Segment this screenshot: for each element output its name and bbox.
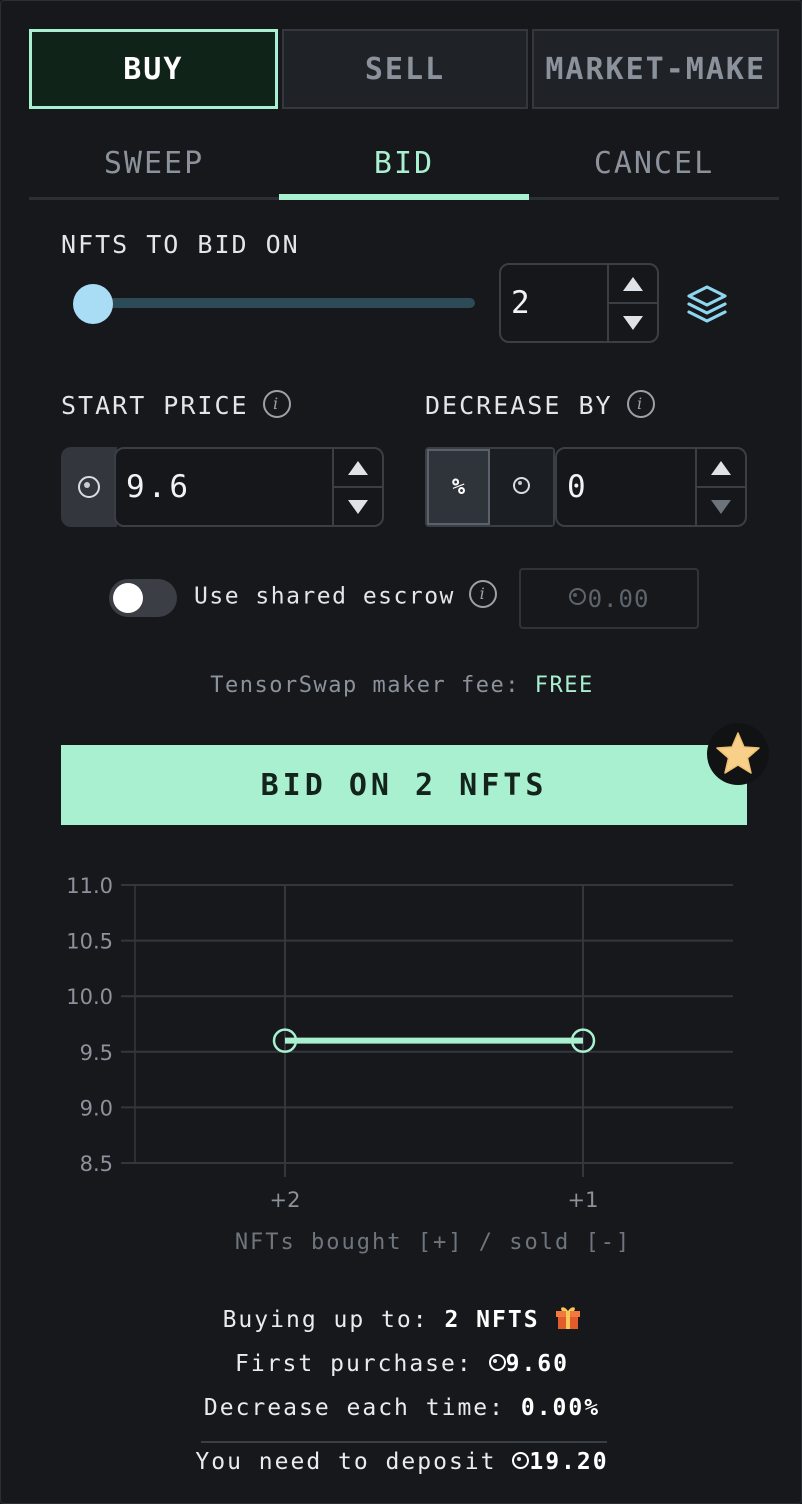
- chart-x-ticks: +2 +1: [270, 1188, 599, 1212]
- price-chart: 11.0 10.5 10.0 9.5 9.0 8.5 +2 +1 NFTs bought […: [66, 874, 733, 1255]
- nfts-stepper-buttons: [607, 265, 657, 341]
- summary-decrease: Decrease each time: 0.00%: [1, 1395, 802, 1421]
- start-price-input[interactable]: 9.6: [114, 447, 384, 527]
- summary-deposit: You need to deposit 19.20: [1, 1449, 802, 1475]
- chevron-up-icon: [348, 460, 368, 475]
- sol-icon: [513, 476, 530, 494]
- tab-market-make[interactable]: MARKET-MAKE: [532, 29, 780, 109]
- nfts-quantity-stepper[interactable]: 2: [499, 263, 659, 343]
- summary-decrease-value: 0.00%: [520, 1395, 601, 1421]
- toggle-knob: [113, 583, 143, 613]
- shared-escrow-toggle[interactable]: [109, 579, 177, 617]
- sub-tabs: SWEEP BID CANCEL: [29, 129, 779, 200]
- decrease-by-value[interactable]: 0: [567, 469, 586, 505]
- tab-bid[interactable]: BID: [279, 129, 529, 200]
- chevron-down-icon: [711, 499, 731, 514]
- info-icon[interactable]: i: [626, 390, 655, 418]
- chart-y-ticks: 11.0 10.5 10.0 9.5 9.0 8.5: [66, 874, 113, 1176]
- decrease-by-input[interactable]: 0: [555, 447, 747, 527]
- summary-buying-label: Buying up to:: [222, 1307, 429, 1333]
- start-price-value[interactable]: 9.6: [126, 469, 191, 505]
- decrease-increment-button[interactable]: [697, 449, 745, 486]
- chart-x-tick-label: +2: [270, 1188, 301, 1212]
- start-price-decrement-button[interactable]: [334, 486, 382, 525]
- tab-sell[interactable]: SELL: [281, 29, 529, 109]
- maker-fee-label: TensorSwap maker fee:: [210, 673, 520, 698]
- summary-first-label: First purchase:: [235, 1351, 473, 1377]
- start-price-stepper-buttons: [332, 449, 382, 525]
- chevron-up-icon: [623, 276, 643, 291]
- star-badge: [707, 723, 769, 785]
- chart-y-tick-label: 8.5: [80, 1152, 113, 1176]
- nfts-to-bid-label: NFTS TO BID ON: [61, 230, 300, 259]
- sol-icon: [568, 588, 586, 605]
- nfts-decrement-button[interactable]: [609, 302, 657, 341]
- summary-first-purchase: First purchase: 9.60: [1, 1351, 802, 1377]
- escrow-placeholder: 0.00: [587, 584, 650, 613]
- start-price-text: START PRICE: [61, 391, 249, 420]
- maker-fee-value: FREE: [534, 673, 594, 698]
- star-icon: [716, 732, 760, 774]
- decrease-by-label: DECREASE BY i: [425, 390, 655, 421]
- start-price-currency: [61, 447, 117, 527]
- chart-x-axis-label: NFTs bought [+] / sold [-]: [235, 1230, 631, 1255]
- nfts-slider-thumb[interactable]: [73, 284, 113, 324]
- start-price-increment-button[interactable]: [334, 449, 382, 486]
- sol-icon: [78, 476, 100, 498]
- decrease-sol-option[interactable]: [490, 449, 553, 525]
- summary-first-value: 9.60: [505, 1351, 569, 1377]
- chart-y-tick-label: 11.0: [66, 874, 113, 898]
- trade-panel: BUY SELL MARKET-MAKE SWEEP BID CANCEL NF…: [0, 0, 802, 1504]
- mode-tabs: BUY SELL MARKET-MAKE: [29, 29, 780, 109]
- summary-buying: Buying up to: 2 NFTS: [1, 1306, 802, 1334]
- chart-y-tick-label: 10.0: [66, 985, 113, 1009]
- tab-buy[interactable]: BUY: [29, 29, 278, 109]
- nfts-quantity-value[interactable]: 2: [511, 285, 530, 321]
- info-icon[interactable]: i: [262, 390, 291, 418]
- chart-series: [272, 1028, 596, 1053]
- nfts-slider-track[interactable]: [81, 298, 475, 308]
- sol-icon: [488, 1354, 506, 1371]
- chart-x-tick-label: +1: [568, 1188, 599, 1212]
- chart-y-tick-label: 9.0: [80, 1096, 113, 1120]
- shared-escrow-text: Use shared escrow: [194, 583, 455, 610]
- layers-icon[interactable]: [681, 279, 733, 331]
- tab-cancel[interactable]: CANCEL: [529, 129, 779, 197]
- sol-icon: [512, 1452, 530, 1469]
- summary-deposit-label: You need to deposit: [195, 1449, 497, 1475]
- summary-buying-value: 2 NFTS: [444, 1307, 540, 1333]
- summary-divider: [201, 1441, 607, 1443]
- summary-decrease-label: Decrease each time:: [203, 1395, 505, 1421]
- chart-grid: [121, 884, 733, 1177]
- escrow-amount-input[interactable]: 0.00: [519, 568, 699, 629]
- summary-deposit-value: 19.20: [529, 1449, 609, 1475]
- decrease-percent-option[interactable]: %: [427, 449, 490, 525]
- bid-button[interactable]: BID ON 2 NFTS: [61, 745, 747, 825]
- decrease-decrement-button[interactable]: [697, 486, 745, 525]
- decrease-stepper-buttons: [695, 449, 745, 525]
- decrease-by-text: DECREASE BY: [425, 391, 613, 420]
- info-icon[interactable]: i: [468, 580, 497, 608]
- gift-icon: [556, 1306, 581, 1329]
- chevron-down-icon: [348, 499, 368, 514]
- tab-sweep[interactable]: SWEEP: [29, 129, 279, 197]
- shared-escrow-label: Use shared escrow i: [194, 580, 497, 611]
- chevron-up-icon: [711, 460, 731, 475]
- chart-y-tick-label: 9.5: [80, 1041, 113, 1065]
- nfts-increment-button[interactable]: [609, 265, 657, 302]
- maker-fee-line: TensorSwap maker fee: FREE: [1, 673, 802, 698]
- chevron-down-icon: [623, 315, 643, 330]
- start-price-label: START PRICE i: [61, 390, 291, 421]
- chart-y-tick-label: 10.5: [66, 930, 113, 954]
